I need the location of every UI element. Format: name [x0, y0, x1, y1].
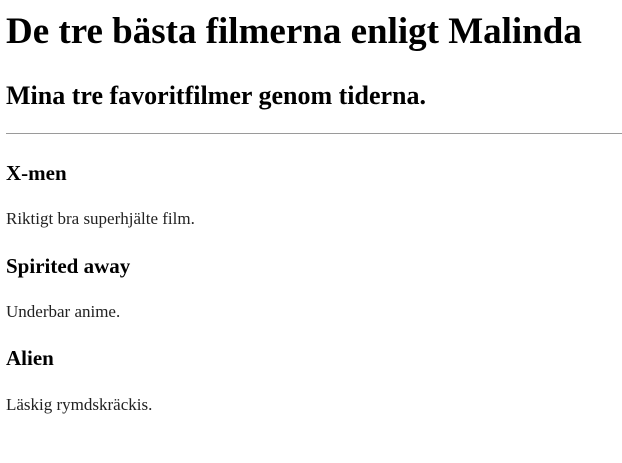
movie-title-alien: Alien [6, 346, 54, 370]
page-subtitle: Mina tre favoritfilmer genom tiderna. [6, 81, 426, 110]
movie-title-spirited-away: Spirited away [6, 254, 131, 278]
page-title: De tre bästa filmerna enligt Malinda [6, 11, 582, 52]
movie-description-alien: Läskig rymdskräckis. [6, 395, 153, 414]
divider [6, 133, 622, 134]
movie-description-x-men: Riktigt bra superhjälte film. [6, 209, 195, 228]
movie-description-spirited-away: Underbar anime. [6, 302, 121, 321]
movie-title-x-men: X-men [6, 161, 67, 185]
page: De tre bästa filmerna enligt Malinda Min… [0, 0, 622, 463]
